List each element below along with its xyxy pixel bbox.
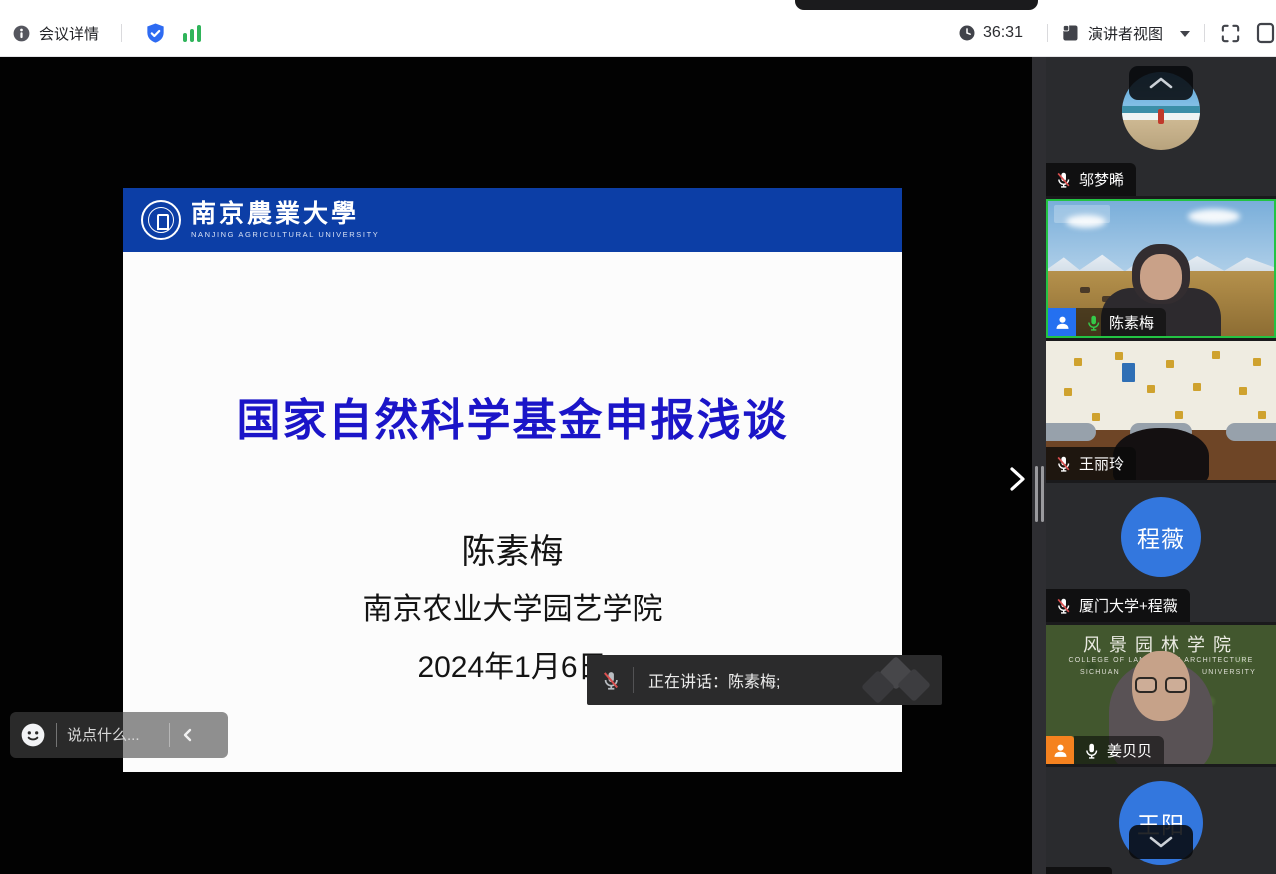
fullscreen-button[interactable] [1219, 22, 1242, 45]
slide-header-banner: 南京農業大學 NANJING AGRICULTURAL UNIVERSITY [123, 188, 902, 252]
scroll-down-button[interactable] [1129, 825, 1193, 859]
muted-mic-icon [1055, 455, 1072, 472]
meeting-timer: 36:31 [983, 24, 1023, 42]
participants-sidebar: 邬梦晞 [1046, 57, 1276, 874]
chat-divider [56, 723, 57, 747]
meeting-details-label[interactable]: 会议详情 [39, 23, 99, 44]
view-mode-button[interactable]: 演讲者视图 [1088, 23, 1163, 44]
clipped-name-label [1046, 867, 1112, 874]
participant-name: 邬梦晞 [1079, 169, 1124, 190]
slide-affiliation: 南京农业大学园艺学院 [123, 584, 902, 628]
participant-name: 厦门大学+程薇 [1079, 595, 1178, 616]
toast-divider [633, 667, 634, 693]
emoji-button[interactable] [20, 722, 46, 748]
meeting-toolbar: 会议详情 36:31 演讲者视图 [0, 10, 1276, 57]
meeting-window: 会议详情 36:31 演讲者视图 [0, 0, 1276, 874]
video-watermark [1054, 205, 1110, 223]
chat-divider [169, 723, 170, 747]
toolbar-divider [1204, 24, 1205, 42]
slide-title: 国家自然科学基金申报浅谈 [123, 384, 902, 448]
university-name-cn: 南京農業大學 [191, 202, 379, 228]
participant-tile[interactable]: 邬梦晞 [1046, 57, 1276, 196]
host-badge-icon [1048, 308, 1076, 336]
slide-presenter: 陈素梅 [123, 524, 902, 573]
chevron-down-icon[interactable] [1180, 31, 1190, 37]
university-name-en: NANJING AGRICULTURAL UNIVERSITY [191, 230, 379, 239]
participant-tile[interactable]: 风景园林学院 COLLEGE OF LANDSCAPE ARCHITECTURE… [1046, 625, 1276, 764]
participant-tile[interactable]: 王阳 [1046, 767, 1276, 874]
toolbar-divider [121, 24, 122, 42]
window-top-strip [0, 0, 1276, 10]
active-mic-icon [1085, 314, 1102, 331]
participant-tile[interactable]: 王丽玲 [1046, 341, 1276, 480]
participant-initial-avatar: 程薇 [1121, 497, 1201, 577]
participant-tile[interactable]: 程薇 厦门大学+程薇 [1046, 483, 1276, 622]
participant-name: 姜贝贝 [1107, 740, 1152, 761]
participant-name: 王丽玲 [1079, 453, 1124, 474]
muted-mic-icon [1055, 171, 1072, 188]
info-icon[interactable] [12, 24, 31, 43]
security-shield-icon[interactable] [144, 22, 167, 45]
speaker-view-icon [1060, 23, 1080, 43]
cohost-badge-icon [1046, 736, 1074, 764]
speaking-indicator-toast: 正在讲话：陈素梅; [587, 655, 942, 705]
muted-mic-icon [1055, 597, 1072, 614]
next-page-button[interactable] [1002, 462, 1032, 496]
toolbar-divider [1047, 24, 1048, 42]
wall-text-en2: SICHUAN [1080, 669, 1120, 676]
participant-name: 陈素梅 [1109, 312, 1154, 333]
university-seal-logo [141, 200, 181, 240]
chat-input[interactable] [67, 727, 159, 744]
collapse-chat-button[interactable] [180, 726, 196, 744]
floating-bar-notch [795, 0, 1038, 10]
chat-quick-bar [10, 712, 228, 758]
clock-icon [958, 24, 976, 42]
network-signal-icon[interactable] [183, 25, 201, 42]
speaking-indicator-text: 正在讲话：陈素梅; [648, 668, 780, 692]
muted-mic-icon [601, 670, 621, 690]
sidebar-divider [1032, 57, 1046, 874]
avatar-text: 程薇 [1137, 520, 1185, 554]
scroll-up-button[interactable] [1129, 66, 1193, 100]
mic-on-icon [1083, 742, 1100, 759]
participant-tile-active-speaker[interactable]: 陈素梅 [1046, 199, 1276, 338]
panel-toggle-button[interactable] [1256, 20, 1276, 46]
sidebar-resize-handle[interactable] [1035, 466, 1044, 522]
shared-screen-stage: 南京農業大學 NANJING AGRICULTURAL UNIVERSITY 国… [0, 57, 1032, 874]
wall-text-en2: UNIVERSITY [1202, 669, 1256, 676]
